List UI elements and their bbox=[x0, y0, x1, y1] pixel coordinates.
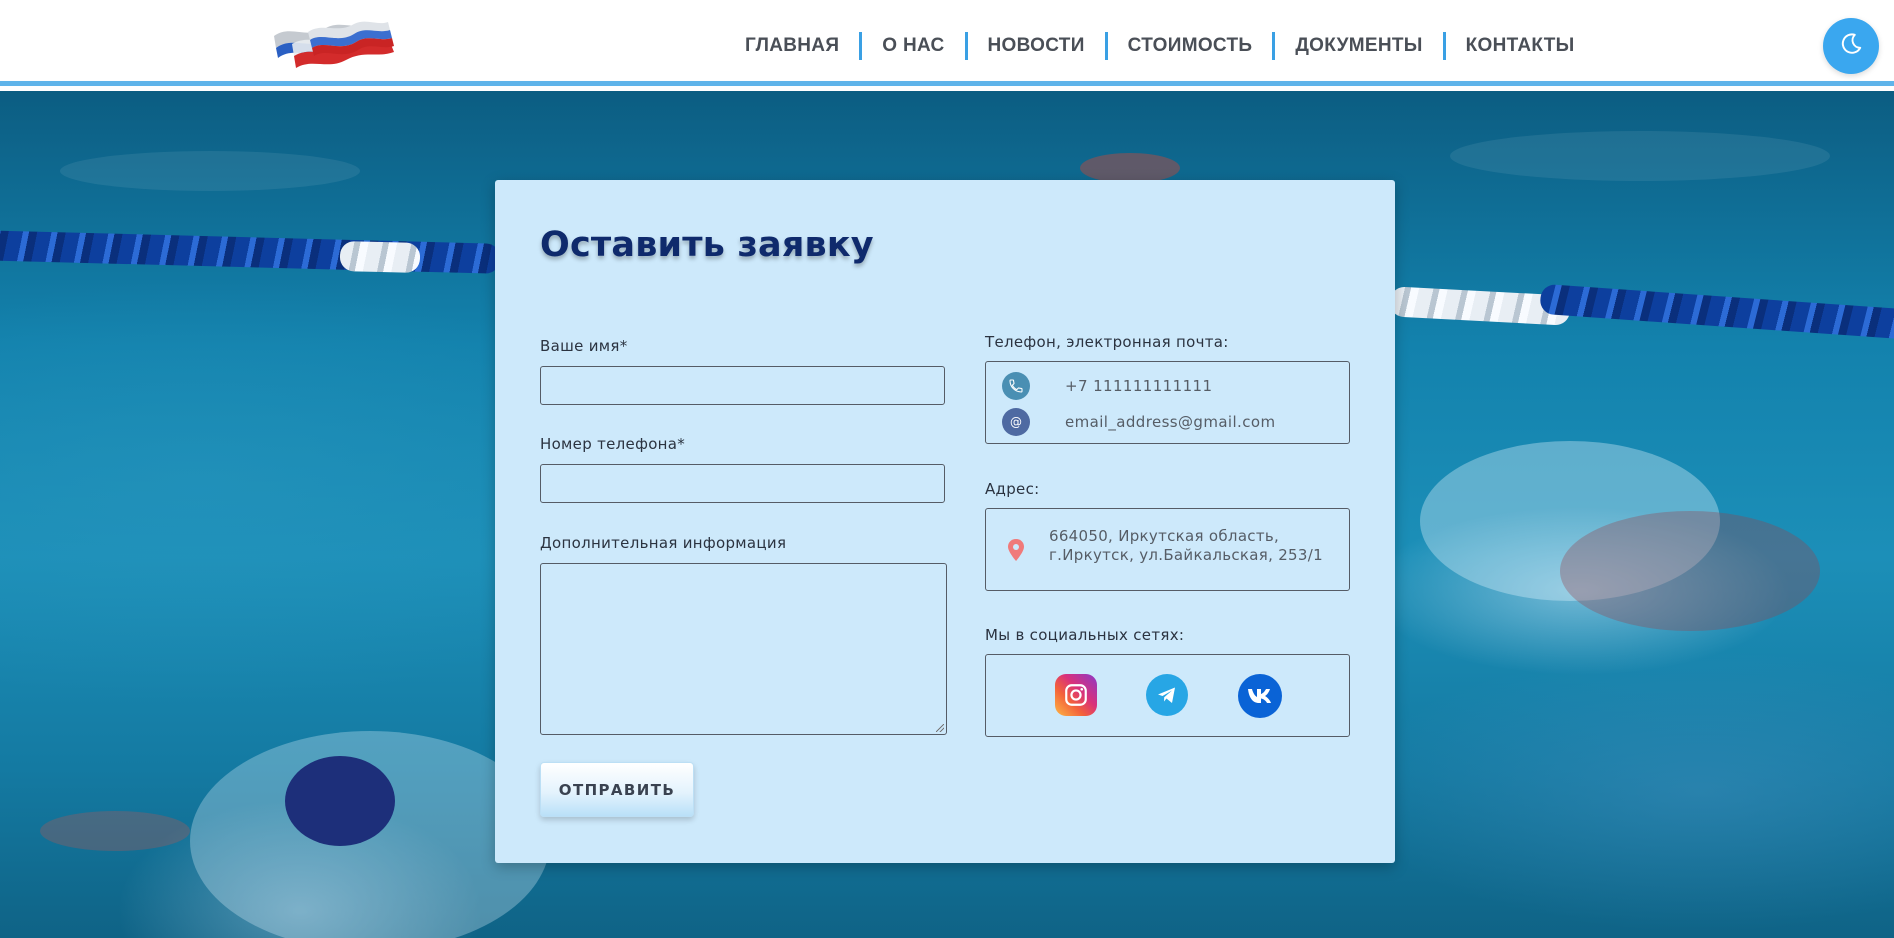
phone-input[interactable] bbox=[540, 464, 945, 503]
water-ripple bbox=[60, 151, 360, 191]
address-box: 664050, Иркутская область, г.Иркутск, ул… bbox=[985, 508, 1350, 591]
request-form-card: Оставить заявку Ваше имя* Номер телефона… bbox=[495, 180, 1395, 863]
vk-icon[interactable] bbox=[1238, 674, 1282, 718]
location-pin-icon bbox=[1002, 536, 1030, 564]
address-line-2: г.Иркутск, ул.Байкальская, 253/1 bbox=[1049, 546, 1323, 564]
lane-rope bbox=[0, 230, 501, 274]
address-text: 664050, Иркутская область, г.Иркутск, ул… bbox=[1049, 527, 1323, 565]
main-nav: ГЛАВНАЯ О НАС НОВОСТИ СТОИМОСТЬ ДОКУМЕНТ… bbox=[725, 28, 1595, 64]
swimmer-hand bbox=[40, 811, 190, 851]
phone-row: +7 111111111111 bbox=[1002, 372, 1212, 400]
theme-toggle-button[interactable] bbox=[1823, 18, 1879, 74]
lane-rope bbox=[339, 240, 421, 274]
nav-item-prices[interactable]: СТОИМОСТЬ bbox=[1108, 32, 1273, 60]
nav-item-news[interactable]: НОВОСТИ bbox=[968, 32, 1105, 60]
email-row: @ email_address@gmail.com bbox=[1002, 408, 1275, 436]
instagram-icon[interactable] bbox=[1055, 674, 1097, 716]
resize-handle-icon[interactable] bbox=[936, 724, 944, 732]
info-textarea[interactable] bbox=[540, 563, 947, 735]
telegram-icon[interactable] bbox=[1146, 674, 1188, 716]
water-ripple bbox=[1450, 131, 1830, 181]
nav-item-about[interactable]: О НАС bbox=[862, 32, 964, 60]
name-label: Ваше имя* bbox=[540, 337, 628, 355]
name-input[interactable] bbox=[540, 366, 945, 405]
contact-box: +7 111111111111 @ email_address@gmail.co… bbox=[985, 361, 1350, 444]
site-header: ГЛАВНАЯ О НАС НОВОСТИ СТОИМОСТЬ ДОКУМЕНТ… bbox=[0, 0, 1894, 86]
moon-icon bbox=[1838, 31, 1864, 61]
contact-label: Телефон, электронная почта: bbox=[985, 333, 1229, 351]
form-title: Оставить заявку bbox=[540, 225, 874, 265]
nav-item-contacts[interactable]: КОНТАКТЫ bbox=[1446, 32, 1595, 60]
info-label: Дополнительная информация bbox=[540, 534, 787, 552]
submit-button[interactable]: ОТПРАВИТЬ bbox=[540, 762, 694, 817]
lane-rope bbox=[1539, 283, 1894, 341]
swimmer-arm bbox=[1560, 511, 1820, 631]
address-line-1: 664050, Иркутская область, bbox=[1049, 527, 1280, 545]
swimmer-head bbox=[1080, 153, 1180, 183]
email-address[interactable]: email_address@gmail.com bbox=[1065, 413, 1275, 431]
address-label: Адрес: bbox=[985, 480, 1040, 498]
phone-icon bbox=[1002, 372, 1030, 400]
flag-logo-icon[interactable] bbox=[268, 14, 398, 76]
nav-item-main[interactable]: ГЛАВНАЯ bbox=[725, 32, 859, 60]
email-at-icon: @ bbox=[1002, 408, 1030, 436]
nav-item-documents[interactable]: ДОКУМЕНТЫ bbox=[1275, 32, 1442, 60]
phone-number[interactable]: +7 111111111111 bbox=[1065, 377, 1212, 395]
social-box bbox=[985, 654, 1350, 737]
phone-label: Номер телефона* bbox=[540, 435, 686, 453]
swimmer-cap bbox=[285, 756, 395, 846]
social-label: Мы в социальных сетях: bbox=[985, 626, 1185, 644]
svg-text:@: @ bbox=[1010, 415, 1022, 429]
